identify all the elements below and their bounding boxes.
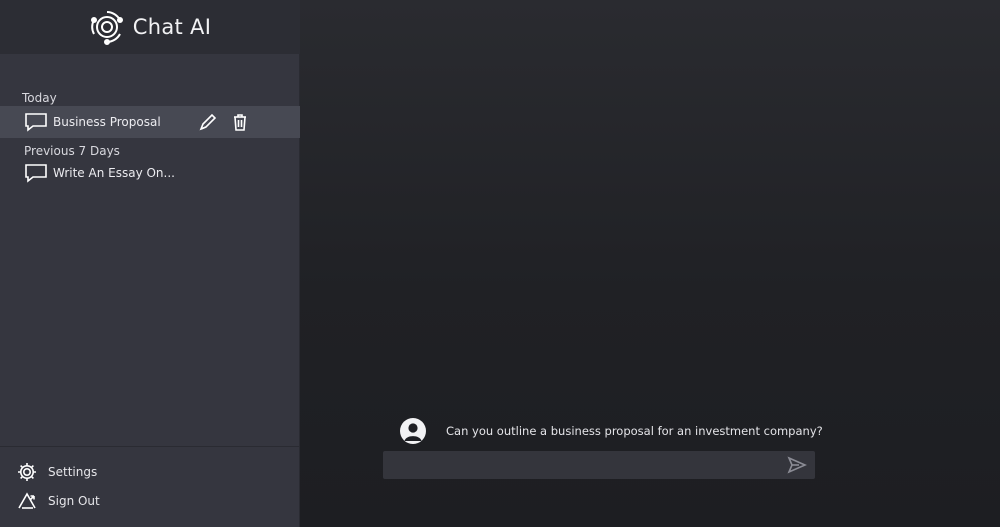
message-input[interactable] <box>393 455 773 475</box>
user-avatar <box>400 418 426 444</box>
sidebar: Chat AI Today Business Proposal Previous… <box>0 0 300 527</box>
message-input-bar[interactable] <box>383 451 815 479</box>
send-icon[interactable] <box>787 456 807 474</box>
sign-out-button[interactable]: Sign Out <box>16 490 100 512</box>
settings-button[interactable]: Settings <box>16 461 97 483</box>
user-message-text: Can you outline a business proposal for … <box>446 424 823 438</box>
user-avatar-icon <box>404 423 422 441</box>
user-message: Can you outline a business proposal for … <box>400 418 823 444</box>
section-label-previous-7-days: Previous 7 Days <box>24 144 120 158</box>
delete-chat-button[interactable] <box>230 112 250 132</box>
chat-history-item-essay[interactable]: Write An Essay On... <box>0 157 300 189</box>
chat-history-item-label: Business Proposal <box>53 115 161 129</box>
edit-chat-button[interactable] <box>198 112 218 132</box>
chat-bubble-icon <box>25 113 47 132</box>
gear-icon <box>18 463 36 481</box>
sign-out-icon <box>18 492 36 509</box>
chat-main-panel: Can you outline a business proposal for … <box>300 0 1000 527</box>
section-label-today: Today <box>22 91 57 105</box>
chat-history-item-business-proposal[interactable]: Business Proposal <box>0 106 300 138</box>
sign-out-label: Sign Out <box>48 494 100 508</box>
chat-history-item-label: Write An Essay On... <box>53 166 175 180</box>
settings-label: Settings <box>48 465 98 479</box>
brand-header: Chat AI <box>0 0 300 54</box>
trash-icon <box>234 114 246 131</box>
chat-bubble-icon <box>25 164 47 183</box>
brand-logo-icon <box>90 11 123 45</box>
sidebar-divider <box>0 446 300 447</box>
pencil-icon <box>199 113 217 131</box>
app-title: Chat AI <box>132 15 212 39</box>
